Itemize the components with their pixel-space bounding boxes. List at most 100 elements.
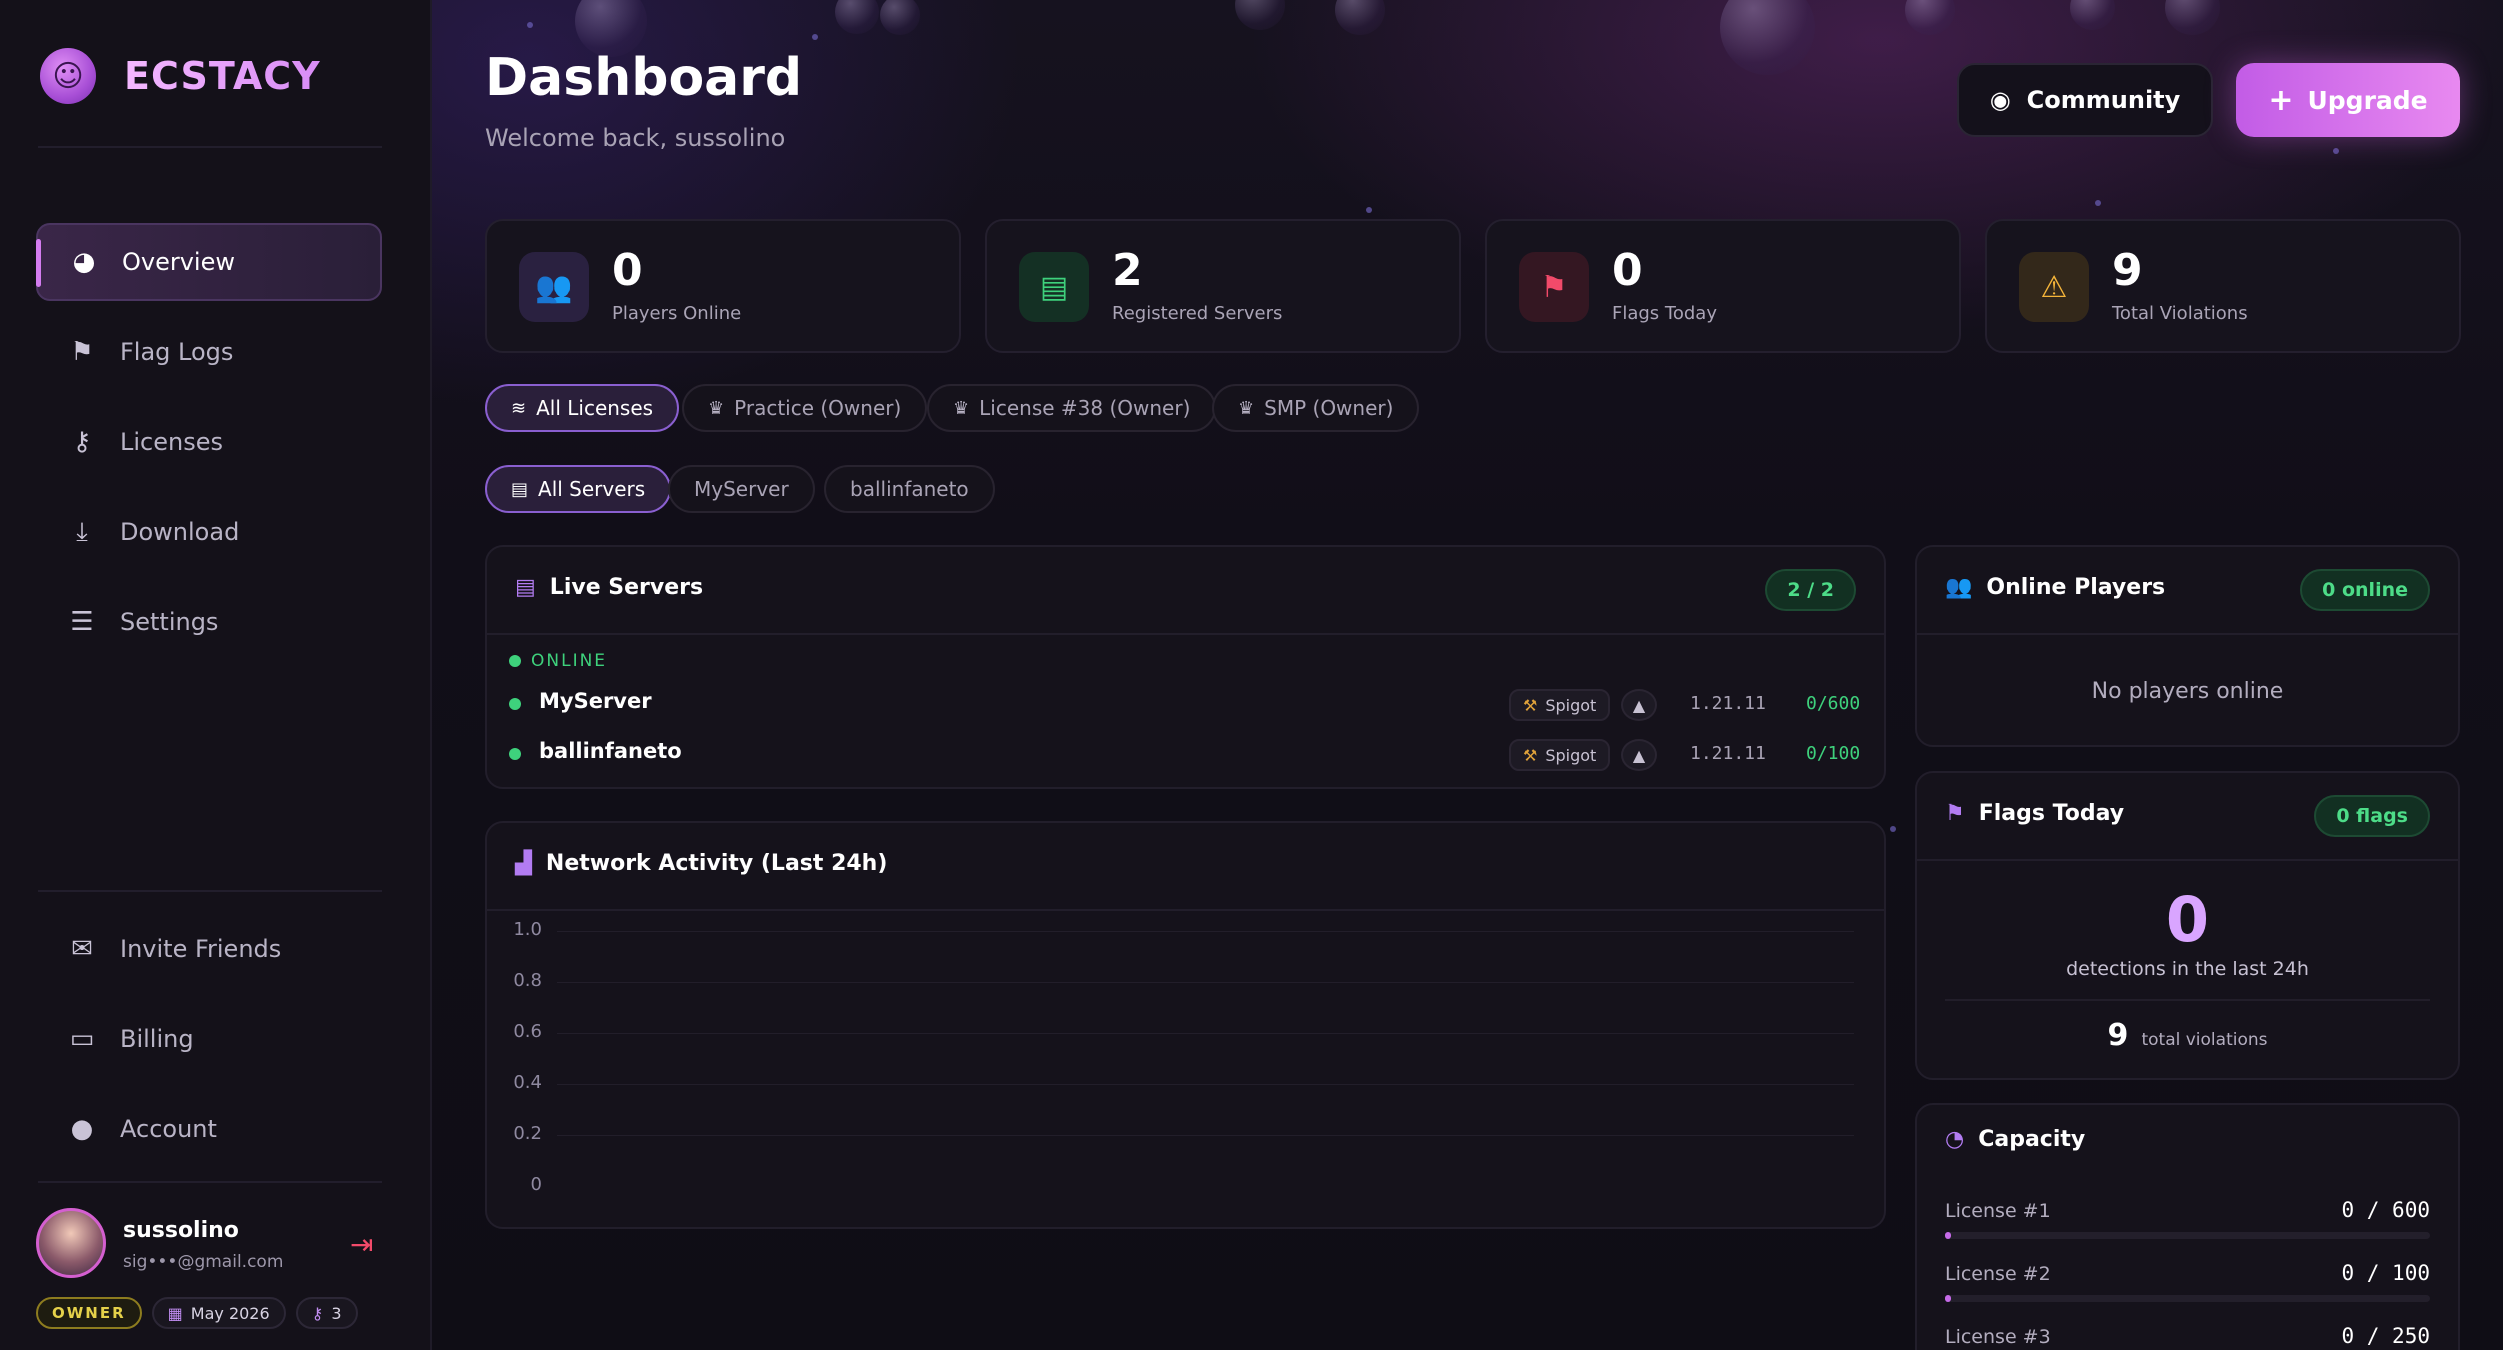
sidebar-divider xyxy=(38,1181,382,1183)
status-text: ONLINE xyxy=(531,651,608,671)
sidebar: ☺ ECSTACY ◕ Overview ⚑ Flag Logs ⚷ Licen… xyxy=(0,0,432,1350)
panel-title-text: Network Activity (Last 24h) xyxy=(545,851,888,876)
filter-all-licenses[interactable]: ≋ All Licenses xyxy=(485,384,680,432)
brand[interactable]: ☺ ECSTACY xyxy=(40,48,321,104)
capacity-label: License #1 xyxy=(1945,1200,2051,1222)
flags-count: 0 xyxy=(2165,883,2210,956)
status-dot xyxy=(509,655,521,667)
stat-card-registered-servers: ▤ 2 Registered Servers xyxy=(985,219,1461,353)
server-players: 0/600 xyxy=(1806,693,1861,714)
filter-license-38[interactable]: ♛ License #38 (Owner) xyxy=(927,384,1217,432)
stat-value: 2 xyxy=(1112,245,1143,296)
nav-item-settings[interactable]: ☰ Settings xyxy=(36,583,382,661)
user-badges: OWNER ▦ May 2026 ⚷ 3 xyxy=(36,1297,358,1329)
nav-item-label: Invite Friends xyxy=(120,935,282,963)
community-label: Community xyxy=(2026,86,2181,114)
grid-line xyxy=(557,931,1854,932)
y-tick-label: 0.6 xyxy=(513,1021,542,1042)
panel-title: ▤ Live Servers xyxy=(515,575,703,600)
live-servers-panel: ▤ Live Servers 2 / 2 ONLINE MyServer ⚒ S… xyxy=(485,545,1886,789)
upgrade-label: Upgrade xyxy=(2307,85,2428,115)
server-row[interactable]: MyServer ⚒ Spigot ▲ 1.21.11 0/600 xyxy=(509,687,1869,723)
nav-item-label: Download xyxy=(120,518,240,546)
server-version: 1.21.11 xyxy=(1690,743,1766,764)
nav-item-overview[interactable]: ◕ Overview xyxy=(36,223,382,301)
panel-title-text: Capacity xyxy=(1978,1127,2086,1152)
chip-label: SMP (Owner) xyxy=(1264,396,1394,420)
stat-card-total-violations: ⚠ 9 Total Violations xyxy=(1985,219,2461,353)
panel-title-text: Live Servers xyxy=(549,575,704,600)
flag-icon: ⚑ xyxy=(1945,801,1965,826)
server-icon: ▤ xyxy=(1019,252,1089,322)
main-content: Dashboard Welcome back, sussolino ◉ Comm… xyxy=(432,0,2503,1350)
online-count-badge: 0 online xyxy=(2300,569,2430,611)
y-tick-label: 1.0 xyxy=(513,919,542,940)
panel-title-text: Flags Today xyxy=(1978,801,2125,826)
grid-line xyxy=(557,1135,1854,1136)
server-row[interactable]: ballinfaneto ⚒ Spigot ▲ 1.21.11 0/100 xyxy=(509,737,1869,773)
calendar-icon: ▦ xyxy=(167,1303,183,1323)
nav-item-licenses[interactable]: ⚷ Licenses xyxy=(36,403,382,481)
nav-item-invite-friends[interactable]: ✉ Invite Friends xyxy=(36,910,382,988)
nav-item-flag-logs[interactable]: ⚑ Flag Logs xyxy=(36,313,382,391)
stat-label: Flags Today xyxy=(1612,303,1717,324)
online-dot xyxy=(509,698,521,710)
stat-card-players-online: 👥 0 Players Online xyxy=(485,219,961,353)
server-count-badge: 2 / 2 xyxy=(1765,569,1856,611)
panel-title: ▟ Network Activity (Last 24h) xyxy=(515,851,887,876)
status-label: ONLINE xyxy=(509,651,607,671)
brand-logo-icon: ☺ xyxy=(40,48,96,104)
gauge-icon: ◔ xyxy=(1945,1127,1965,1152)
keys-count: 3 xyxy=(331,1303,342,1323)
chip-label: Practice (Owner) xyxy=(734,396,902,420)
capacity-bar-fill xyxy=(1945,1295,1951,1302)
users-icon: 👥 xyxy=(1945,575,1973,600)
page-title: Dashboard xyxy=(485,48,803,108)
user-email: sig•••@gmail.com xyxy=(123,1252,284,1272)
server-icon: ▤ xyxy=(511,478,529,500)
chip-label: ballinfaneto xyxy=(850,477,969,501)
community-button[interactable]: ◉ Community xyxy=(1957,63,2213,137)
nav-item-account[interactable]: ● Account xyxy=(36,1090,382,1168)
primary-nav: ◕ Overview ⚑ Flag Logs ⚷ Licenses ⤓ Down… xyxy=(36,223,382,673)
stat-value: 0 xyxy=(612,245,643,296)
role-badge: OWNER xyxy=(36,1297,142,1329)
linux-icon: ▲ xyxy=(1621,689,1657,721)
server-players: 0/100 xyxy=(1806,743,1861,764)
upgrade-button[interactable]: + Upgrade xyxy=(2236,63,2460,137)
filter-license-practice[interactable]: ♛ Practice (Owner) xyxy=(682,384,928,432)
plus-icon: + xyxy=(2268,82,2294,118)
filter-server-myserver[interactable]: MyServer xyxy=(668,465,815,513)
sidebar-divider xyxy=(38,146,382,148)
crown-icon: ♛ xyxy=(708,397,725,419)
capacity-bar-fill xyxy=(1945,1232,1951,1239)
crown-icon: ♛ xyxy=(953,397,970,419)
secondary-nav: ✉ Invite Friends ▭ Billing ● Account xyxy=(36,910,382,1180)
software-name: Spigot xyxy=(1545,695,1597,715)
capacity-bar xyxy=(1945,1295,2430,1302)
filter-server-ballinfaneto[interactable]: ballinfaneto xyxy=(824,465,995,513)
filter-license-smp[interactable]: ♛ SMP (Owner) xyxy=(1212,384,1420,432)
nav-item-label: Settings xyxy=(120,608,219,636)
user-name: sussolino xyxy=(123,1218,239,1243)
flags-count-badge: 0 flags xyxy=(2314,795,2430,837)
stat-label: Registered Servers xyxy=(1112,303,1283,324)
joined-date: May 2026 xyxy=(190,1303,270,1323)
logout-icon[interactable]: ⇥ xyxy=(350,1228,373,1261)
y-tick-label: 0.4 xyxy=(513,1072,542,1093)
chip-label: License #38 (Owner) xyxy=(979,396,1191,420)
software-tag: ⚒ Spigot xyxy=(1509,739,1611,771)
online-dot xyxy=(509,748,521,760)
sidebar-divider xyxy=(38,890,382,892)
avatar[interactable] xyxy=(36,1208,106,1278)
total-violations: 9 total violations xyxy=(1917,1018,2458,1053)
nav-item-label: Account xyxy=(120,1115,217,1143)
grid-line xyxy=(557,982,1854,983)
nav-item-billing[interactable]: ▭ Billing xyxy=(36,1000,382,1078)
nav-item-download[interactable]: ⤓ Download xyxy=(36,493,382,571)
page-subtitle: Welcome back, sussolino xyxy=(485,124,786,152)
capacity-panel: ◔ Capacity License #1 0 / 600 License #2… xyxy=(1915,1103,2460,1350)
spigot-icon: ⚒ xyxy=(1523,695,1538,715)
empty-state-text: No players online xyxy=(2091,679,2284,704)
filter-all-servers[interactable]: ▤ All Servers xyxy=(485,465,672,513)
